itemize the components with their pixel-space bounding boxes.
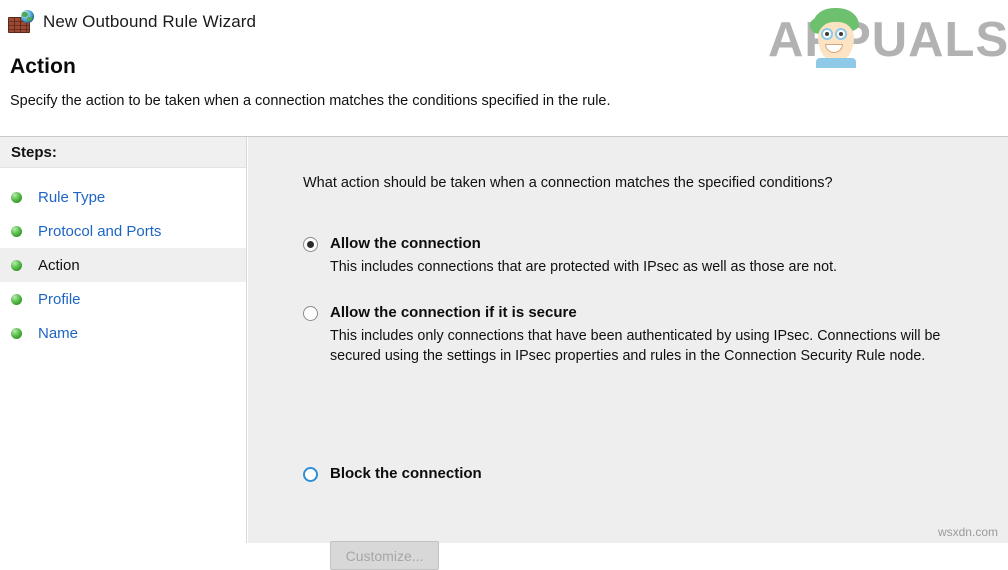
wizard-body: Steps: Rule Type Protocol and Ports Acti…	[0, 137, 1008, 570]
sidebar-item-label: Action	[38, 256, 80, 274]
appuals-wordmark: APPUALS	[768, 13, 1008, 67]
green-bullet-icon	[11, 327, 22, 339]
customize-button[interactable]: Customize...	[330, 541, 439, 570]
appuals-mascot-icon	[808, 8, 866, 68]
option-description: This includes only connections that have…	[330, 328, 941, 364]
sidebar-item-name[interactable]: Name	[0, 316, 246, 350]
green-bullet-icon	[11, 225, 22, 237]
steps-header-label: Steps:	[11, 143, 57, 161]
option-title: Block the connection	[330, 465, 482, 482]
steps-sidebar: Steps: Rule Type Protocol and Ports Acti…	[0, 137, 247, 543]
sidebar-item-profile[interactable]: Profile	[0, 282, 246, 316]
window-titlebar: New Outbound Rule Wizard	[8, 10, 256, 34]
window-title: New Outbound Rule Wizard	[43, 12, 257, 31]
sidebar-item-action[interactable]: Action	[0, 248, 246, 282]
action-content-pane: What action should be taken when a conne…	[247, 137, 1008, 570]
steps-header: Steps:	[0, 137, 246, 168]
option-allow-the-connection[interactable]: Allow the connection This includes conne…	[303, 235, 983, 277]
firewall-globe-icon	[8, 10, 34, 34]
page-subtitle: Specify the action to be taken when a co…	[10, 93, 611, 109]
sidebar-item-rule-type[interactable]: Rule Type	[0, 180, 246, 214]
site-watermark: wsxdn.com	[937, 525, 998, 539]
green-bullet-icon	[11, 191, 22, 203]
radio-allow-the-connection[interactable]	[303, 237, 318, 252]
sidebar-item-protocol-and-ports[interactable]: Protocol and Ports	[0, 214, 246, 248]
sidebar-item-label: Rule Type	[38, 188, 106, 206]
option-block-the-connection[interactable]: Block the connection	[303, 465, 983, 482]
page-title: Action	[10, 55, 76, 78]
radio-block-the-connection[interactable]	[303, 467, 318, 482]
sidebar-item-label: Name	[38, 324, 79, 342]
green-bullet-icon	[11, 293, 22, 305]
sidebar-item-label: Profile	[38, 290, 81, 308]
wizard-header: New Outbound Rule Wizard Action Specify …	[0, 0, 1008, 137]
option-title: Allow the connection	[330, 235, 481, 252]
radio-allow-the-connection-if-secure[interactable]	[303, 306, 318, 321]
green-bullet-icon	[11, 259, 22, 271]
appuals-logo: APPUALS	[768, 8, 1008, 70]
option-description: This includes connections that are prote…	[330, 259, 838, 275]
steps-list: Rule Type Protocol and Ports Action Prof…	[0, 168, 246, 350]
option-title: Allow the connection if it is secure	[330, 304, 577, 321]
option-allow-the-connection-if-it-is-secure[interactable]: Allow the connection if it is secure Thi…	[303, 304, 983, 366]
action-prompt: What action should be taken when a conne…	[303, 175, 833, 191]
sidebar-item-label: Protocol and Ports	[38, 222, 162, 240]
